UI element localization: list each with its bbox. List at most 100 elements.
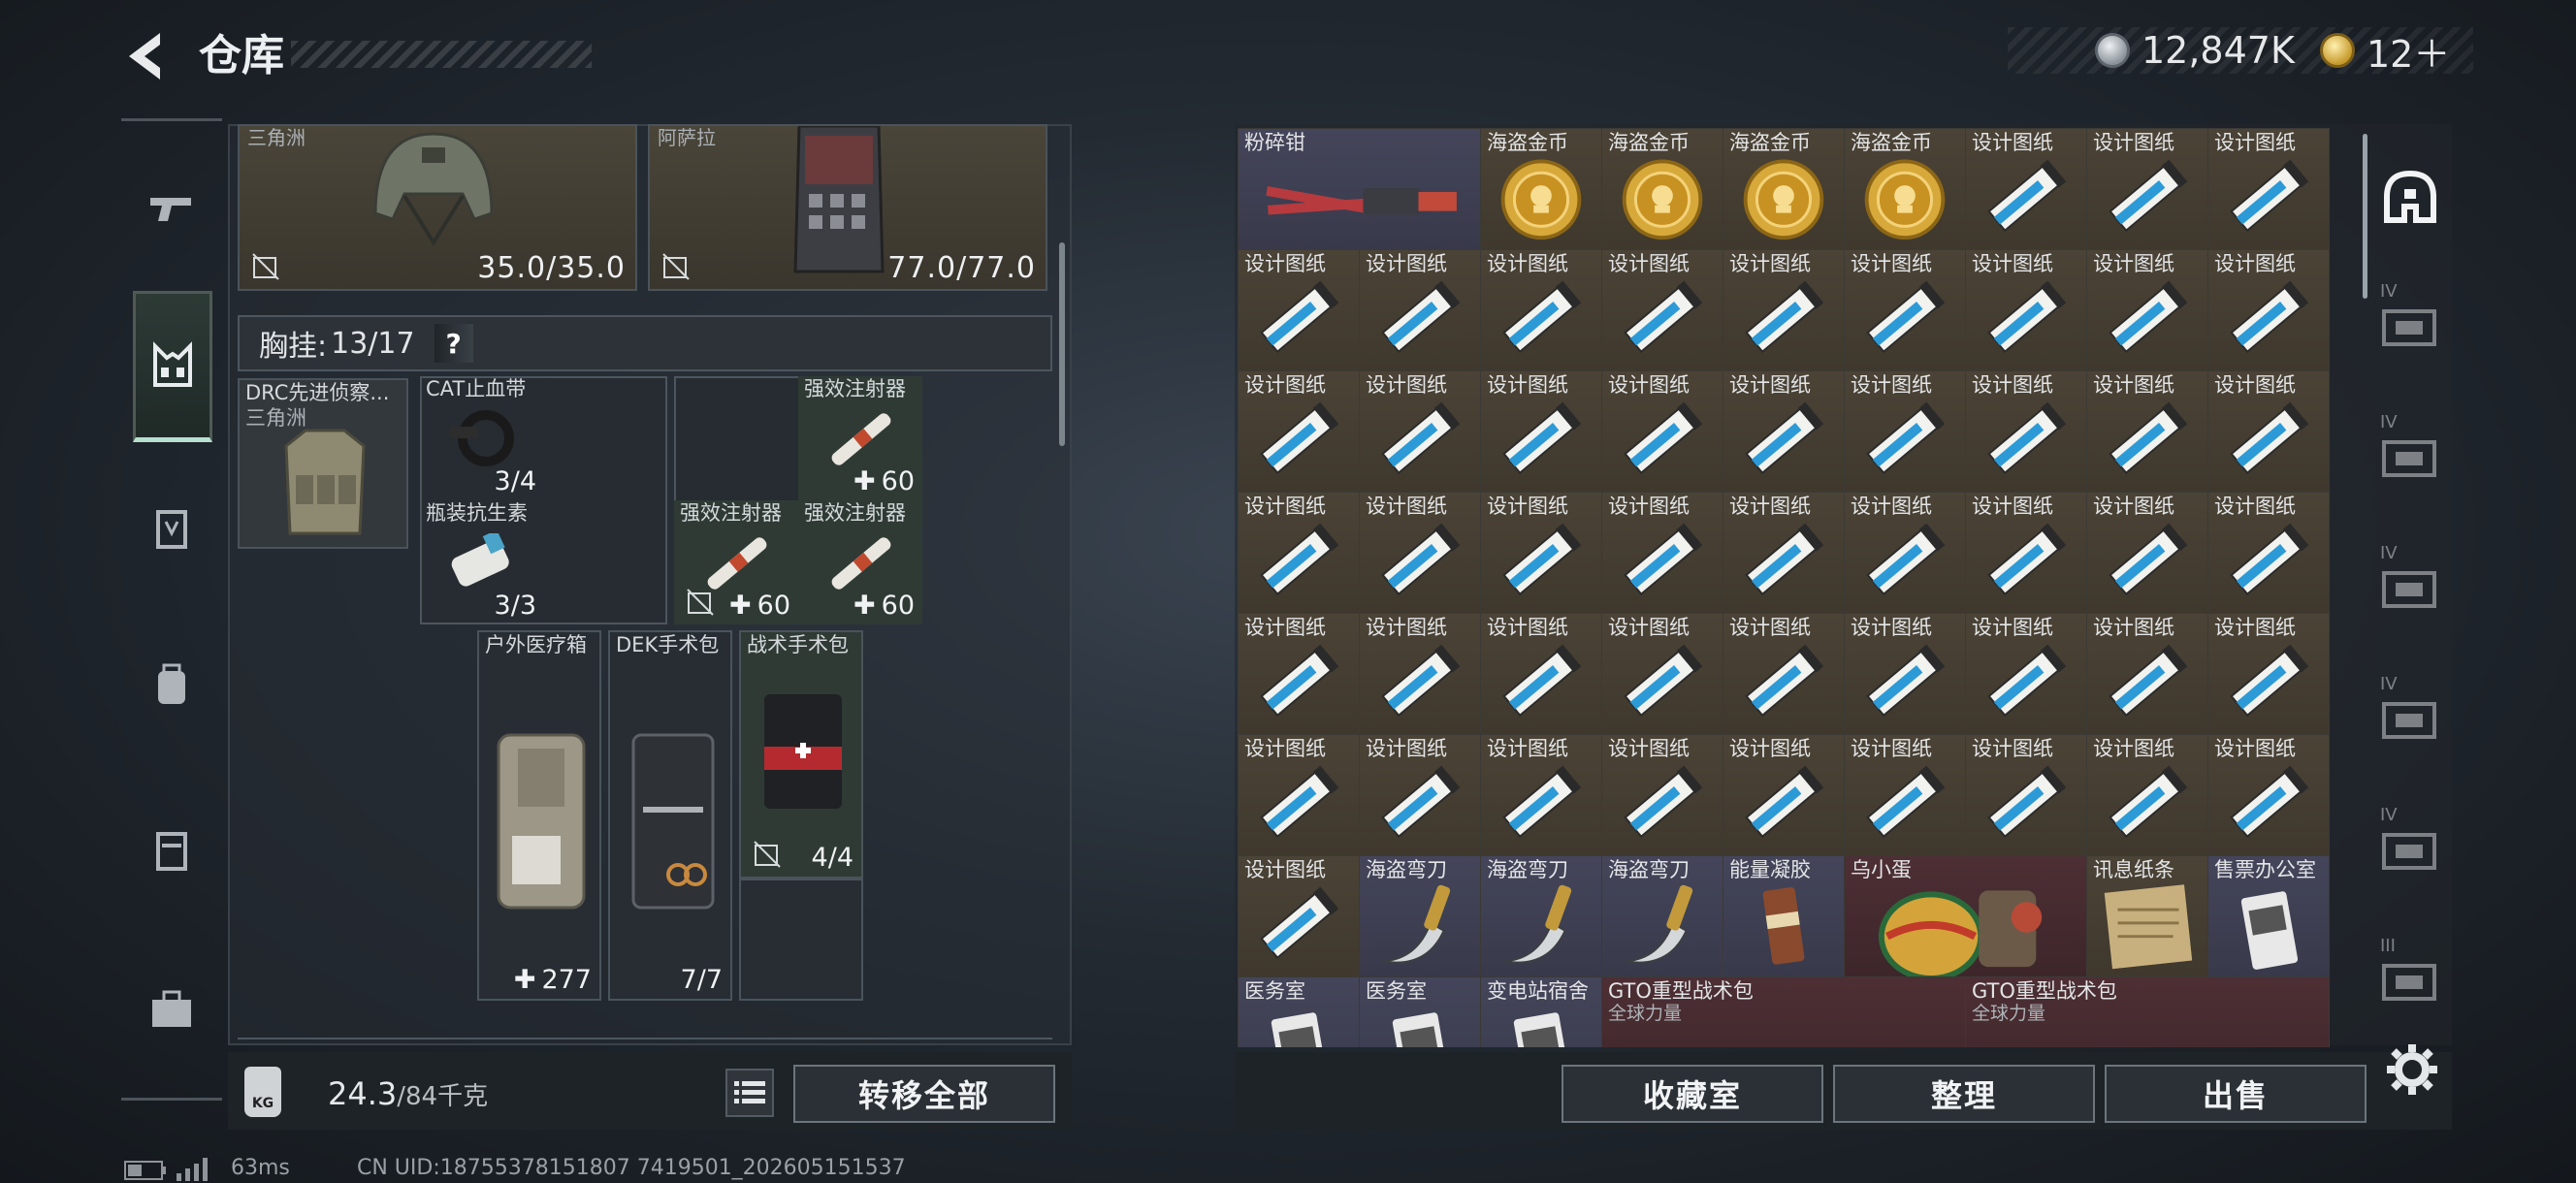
storage-item-card[interactable]: 医务室 [1359, 976, 1481, 1047]
storage-item-knife[interactable]: 海盗弯刀 [1359, 855, 1481, 977]
storage-item-coin[interactable]: 海盗金币 [1480, 128, 1602, 250]
storage-item-blueprint[interactable]: 设计图纸 [1844, 734, 1966, 856]
storage-item-blueprint[interactable]: 设计图纸 [1359, 734, 1481, 856]
storage-item-note[interactable]: 讯息纸条 [2086, 855, 2208, 977]
transfer-all-button[interactable]: 转移全部 [793, 1065, 1055, 1123]
injector-item-2[interactable]: 强效注射器 ✚ 60 [674, 500, 798, 624]
storage-item-blueprint[interactable]: 设计图纸 [1723, 249, 1845, 371]
storage-item-blueprint[interactable]: 设计图纸 [1359, 370, 1481, 493]
storage-item-blueprint[interactable]: 设计图纸 [1359, 613, 1481, 735]
armor-slot[interactable]: 阿萨拉 77.0/77.0 [648, 124, 1047, 291]
storage-item-blueprint[interactable]: 设计图纸 [1601, 249, 1723, 371]
storage-item-blueprint[interactable]: 设计图纸 [1723, 492, 1845, 614]
storage-item-card[interactable]: 变电站宿舍 [1480, 976, 1602, 1047]
storage-item-blueprint[interactable]: 设计图纸 [1601, 734, 1723, 856]
helmet-slot[interactable]: 三角洲 35.0/35.0 [238, 124, 637, 291]
storage-item-blueprint[interactable]: 设计图纸 [1480, 734, 1602, 856]
silver-currency[interactable]: 12,847K [2095, 27, 2295, 74]
storage-tab-5[interactable]: IV [2380, 805, 2440, 873]
outdoor-medkit-item[interactable]: 户外医疗箱 ✚ 277 [477, 630, 601, 1001]
storage-item-blueprint[interactable]: 设计图纸 [1844, 249, 1966, 371]
storage-item-bag[interactable]: GTO重型战术包 全球力量 [1601, 976, 1966, 1047]
storage-item-blueprint[interactable]: 设计图纸 [1601, 492, 1723, 614]
storage-item-blueprint[interactable]: 设计图纸 [1238, 249, 1360, 371]
storage-item-blueprint[interactable]: 设计图纸 [2086, 492, 2208, 614]
help-icon[interactable]: ? [434, 324, 473, 363]
storage-item-blueprint[interactable]: 设计图纸 [1965, 613, 2087, 735]
storage-item-coin[interactable]: 海盗金币 [1844, 128, 1966, 250]
storage-item-blueprint[interactable]: 设计图纸 [2086, 613, 2208, 735]
storage-item-blueprint[interactable]: 设计图纸 [1844, 492, 1966, 614]
storage-item-blueprint[interactable]: 设计图纸 [1965, 249, 2087, 371]
tactical-surgery-item[interactable]: 战术手术包 4/4 [739, 630, 863, 879]
storage-item-blueprint[interactable]: 设计图纸 [1723, 370, 1845, 493]
storage-item-crusher[interactable]: 粉碎钳 [1238, 128, 1481, 250]
storage-item-blueprint[interactable]: 设计图纸 [1723, 613, 1845, 735]
storage-item-blueprint[interactable]: 设计图纸 [1238, 855, 1360, 977]
settings-button[interactable] [2378, 1036, 2446, 1103]
injector-item-1[interactable]: 强效注射器 ✚ 60 [798, 376, 922, 500]
storage-item-knife[interactable]: 海盗弯刀 [1480, 855, 1602, 977]
storage-item-coin[interactable]: 海盗金币 [1601, 128, 1723, 250]
storage-item-blueprint[interactable]: 设计图纸 [1238, 613, 1360, 735]
storage-item-knife[interactable]: 海盗弯刀 [1601, 855, 1723, 977]
nav-backpack[interactable] [132, 645, 211, 724]
dek-surgery-item[interactable]: DEK手术包 7/7 [608, 630, 732, 1001]
storage-item-blueprint[interactable]: 设计图纸 [1844, 613, 1966, 735]
storage-item-blueprint[interactable]: 设计图纸 [1965, 128, 2087, 250]
storage-item-blueprint[interactable]: 设计图纸 [1480, 249, 1602, 371]
storage-item-blueprint[interactable]: 设计图纸 [1601, 613, 1723, 735]
storage-item-blueprint[interactable]: 设计图纸 [1723, 734, 1845, 856]
nav-toolbox[interactable] [132, 970, 211, 1049]
sell-button[interactable]: 出售 [2105, 1065, 2367, 1123]
storage-item-blueprint[interactable]: 设计图纸 [2086, 734, 2208, 856]
empty-slot[interactable] [739, 879, 863, 1001]
storage-item-blueprint[interactable]: 设计图纸 [2207, 249, 2330, 371]
storage-item-coin[interactable]: 海盗金币 [1723, 128, 1845, 250]
storage-item-blueprint[interactable]: 设计图纸 [1238, 734, 1360, 856]
storage-item-blueprint[interactable]: 设计图纸 [1965, 370, 2087, 493]
left-scrollbar[interactable] [1059, 242, 1065, 446]
storage-item-blueprint[interactable]: 设计图纸 [2086, 249, 2208, 371]
sort-button[interactable]: 整理 [1833, 1065, 2095, 1123]
storage-scrollbar[interactable] [2363, 134, 2367, 299]
storage-item-blueprint[interactable]: 设计图纸 [2207, 613, 2330, 735]
storage-item-blueprint[interactable]: 设计图纸 [2207, 128, 2330, 250]
storage-item-bag[interactable]: GTO重型战术包 全球力量 [1965, 976, 2330, 1047]
storage-item-blueprint[interactable]: 设计图纸 [1844, 370, 1966, 493]
storage-item-card[interactable]: 售票办公室 [2207, 855, 2330, 977]
storage-item-blueprint[interactable]: 设计图纸 [1965, 734, 2087, 856]
storage-item-gel[interactable]: 能量凝胶 [1723, 855, 1845, 977]
list-view-button[interactable] [725, 1069, 774, 1117]
storage-item-blueprint[interactable]: 设计图纸 [1601, 370, 1723, 493]
nav-chest-rig[interactable] [133, 291, 212, 442]
nav-armor[interactable] [132, 490, 211, 569]
chest-rig-item[interactable]: DRC先进侦察... 三角洲 [238, 378, 408, 549]
storage-item-blueprint[interactable]: 设计图纸 [1480, 492, 1602, 614]
storage-item-blueprint[interactable]: 设计图纸 [1359, 492, 1481, 614]
storage-tab-1[interactable]: IV [2380, 281, 2440, 349]
storage-item-blueprint[interactable]: 设计图纸 [2207, 492, 2330, 614]
storage-item-blueprint[interactable]: 设计图纸 [1965, 492, 2087, 614]
storage-item-blueprint[interactable]: 设计图纸 [1238, 370, 1360, 493]
injector-item-3[interactable]: 强效注射器 ✚ 60 [798, 500, 922, 624]
storage-home-tab[interactable] [2376, 163, 2444, 231]
nav-safe-box[interactable] [132, 810, 211, 889]
storage-item-blueprint[interactable]: 设计图纸 [1480, 370, 1602, 493]
storage-item-blueprint[interactable]: 设计图纸 [2086, 370, 2208, 493]
cat-tourniquet-item[interactable]: CAT止血带 3/4 [420, 376, 544, 500]
storage-item-egg[interactable]: 乌小蛋 [1844, 855, 2087, 977]
storage-item-blueprint[interactable]: 设计图纸 [1480, 613, 1602, 735]
antibiotic-item[interactable]: 瓶装抗生素 3/3 [420, 500, 544, 624]
storage-item-blueprint[interactable]: 设计图纸 [2207, 734, 2330, 856]
storage-tab-4[interactable]: IV [2380, 674, 2440, 742]
storage-tab-6[interactable]: III [2380, 936, 2440, 1004]
nav-weapons[interactable] [132, 170, 211, 249]
gold-currency[interactable]: 12＋ [2320, 27, 2450, 76]
storage-item-blueprint[interactable]: 设计图纸 [2086, 128, 2208, 250]
storage-item-card[interactable]: 医务室 [1238, 976, 1360, 1047]
storage-tab-3[interactable]: IV [2380, 543, 2440, 611]
collection-room-button[interactable]: 收藏室 [1562, 1065, 1823, 1123]
back-arrow-icon[interactable] [121, 27, 170, 85]
storage-item-blueprint[interactable]: 设计图纸 [1238, 492, 1360, 614]
